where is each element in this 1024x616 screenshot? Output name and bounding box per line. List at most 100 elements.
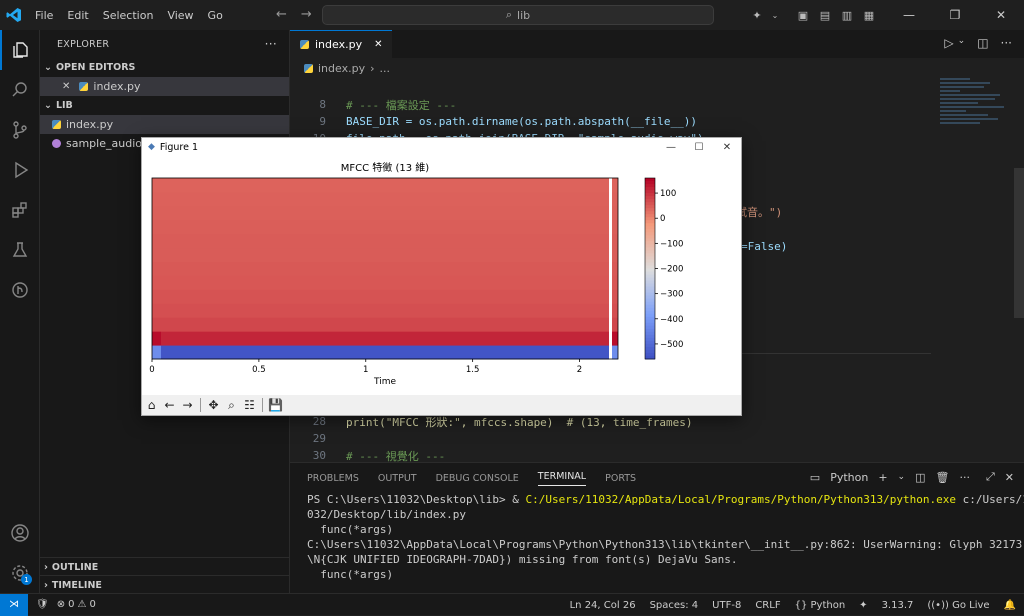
forward-arrow-icon[interactable]: → [301,7,312,22]
extensions-icon[interactable] [0,190,40,230]
forward-icon[interactable]: → [180,398,195,413]
open-editor-item[interactable]: ✕ index.py [40,77,289,96]
home-icon[interactable]: ⌂ [144,398,159,413]
explorer-icon[interactable] [0,30,40,70]
run-debug-icon[interactable] [0,150,40,190]
toggle-primary-sidebar-icon[interactable]: ▣ [792,0,814,30]
heatmap-edge-cell [612,219,618,235]
chart-title: MFCC 特徵 (13 維) [341,161,430,174]
indentation[interactable]: Spaces: 4 [650,600,699,611]
tab-debug-console[interactable]: DEBUG CONSOLE [436,473,519,484]
configure-subplots-icon[interactable]: ☷ [242,398,257,413]
code-line: 8 # --- 檔案設定 --- [290,96,456,113]
split-terminal-icon[interactable]: ◫ [915,471,925,484]
encoding[interactable]: UTF-8 [712,600,741,611]
maximize-panel-icon[interactable]: ⤢ [986,470,995,484]
folder-lib-section[interactable]: ⌄ LIB [40,96,289,115]
colorbar-tick-label: −200 [660,265,683,275]
chevron-down-icon[interactable]: ⌄ [958,36,966,50]
timeline-section[interactable]: › TIMELINE [40,575,290,594]
python-file-icon [52,120,61,129]
heatmap-row [161,331,609,346]
terminal-output[interactable]: PS C:\Users\11032\Desktop\lib> & C:/User… [307,493,1024,583]
outline-section[interactable]: › OUTLINE [40,557,290,576]
heatmap-edge-cell [612,233,618,249]
more-actions-icon[interactable]: ··· [265,37,277,51]
colorbar-segment [645,316,655,321]
command-center-search[interactable]: ⌕ lib [322,5,714,25]
tab-index-py[interactable]: index.py ✕ [290,30,393,58]
heatmap-edge-cell [612,345,618,360]
close-panel-icon[interactable]: ✕ [1005,471,1014,484]
menu-selection[interactable]: Selection [96,9,161,22]
code-text: # --- 檔案設定 --- [346,98,457,112]
breadcrumb-file[interactable]: index.py [318,62,365,75]
python-file-icon [300,40,309,49]
back-icon[interactable]: ← [162,398,177,413]
editor-scrollbar[interactable] [1014,78,1024,462]
timeline-header[interactable]: › TIMELINE [40,576,290,594]
colorbar-segment [645,331,655,336]
minimap[interactable] [940,78,1010,228]
menu-go[interactable]: Go [201,9,230,22]
more-actions-icon[interactable]: ··· [959,471,970,484]
go-live-button[interactable]: ((•)) Go Live [927,600,989,611]
restore-icon[interactable]: ❐ [932,0,978,30]
source-control-icon[interactable] [0,110,40,150]
eol[interactable]: CRLF [755,600,780,611]
figure-titlebar[interactable]: ◆ Figure 1 [142,138,741,156]
menu-edit[interactable]: Edit [60,9,95,22]
copilot-icon[interactable]: ✦ [746,0,768,30]
file-item-index[interactable]: index.py [40,115,289,134]
tab-terminal[interactable]: TERMINAL [537,471,587,486]
outline-header[interactable]: › OUTLINE [40,558,290,576]
language-mode[interactable]: {} Python [795,600,846,611]
problems-status[interactable]: ⊗ 0 ⚠ 0 [57,599,96,610]
testing-flask-icon[interactable] [0,230,40,270]
close-tab-icon[interactable]: ✕ [374,39,382,50]
warning-count: 0 [89,599,96,610]
menu-view[interactable]: View [160,9,200,22]
minimize-icon[interactable]: — [657,138,685,156]
chevron-down-icon[interactable]: ⌄ [768,0,782,30]
close-icon[interactable]: ✕ [978,0,1024,30]
layout-icon[interactable]: ▦ [858,0,880,30]
no-ports-icon[interactable]: 🛡 [36,599,49,610]
settings-gear-icon[interactable]: 1 [0,553,40,593]
shell-name[interactable]: Python [830,471,868,484]
heatmap-row [161,219,609,235]
add-terminal-icon[interactable]: + [878,471,887,484]
breadcrumb-rest[interactable]: ... [380,62,391,75]
git-graph-icon[interactable] [0,270,40,310]
terminal-text: PS C:\Users\11032\Desktop\lib> & [307,493,526,506]
tab-problems[interactable]: PROBLEMS [307,473,359,484]
open-editors-section[interactable]: ⌄ OPEN EDITORS [40,58,289,77]
notifications-icon[interactable]: 🔔 [1004,600,1016,611]
search-view-icon[interactable] [0,70,40,110]
cursor-position[interactable]: Ln 24, Col 26 [570,600,636,611]
remote-icon[interactable]: ⋊ [0,593,28,616]
trash-icon[interactable]: 🗑 [936,471,950,484]
back-arrow-icon[interactable]: ← [276,7,287,22]
colorbar-segment [645,343,655,348]
mfcc-chart: MFCC 特徵 (13 維) 0 0.5 1 1.5 2 Time 100 0 −100 −200 −… [149,161,683,387]
tab-output[interactable]: OUTPUT [378,473,417,484]
toggle-panel-icon[interactable]: ▥ [836,0,858,30]
zoom-icon[interactable]: ⌕ [224,398,239,413]
save-icon[interactable]: 💾 [268,398,283,413]
more-actions-icon[interactable]: ··· [1001,36,1012,50]
close-icon[interactable]: ✕ [713,138,741,156]
copilot-status-icon[interactable]: ✦ [859,600,867,611]
tab-ports[interactable]: PORTS [605,473,636,484]
toggle-secondary-sidebar-icon[interactable]: ▤ [814,0,836,30]
chevron-down-icon[interactable]: ⌄ [898,472,906,482]
python-version[interactable]: 3.13.7 [882,600,914,611]
menu-file[interactable]: File [28,9,60,22]
account-icon[interactable] [0,513,40,553]
split-editor-icon[interactable]: ◫ [977,36,988,50]
close-icon[interactable]: ✕ [62,81,70,92]
run-icon[interactable]: ▷ [944,36,953,50]
maximize-icon[interactable]: ☐ [685,138,713,156]
pan-icon[interactable]: ✥ [206,398,221,413]
minimize-icon[interactable]: — [886,0,932,30]
